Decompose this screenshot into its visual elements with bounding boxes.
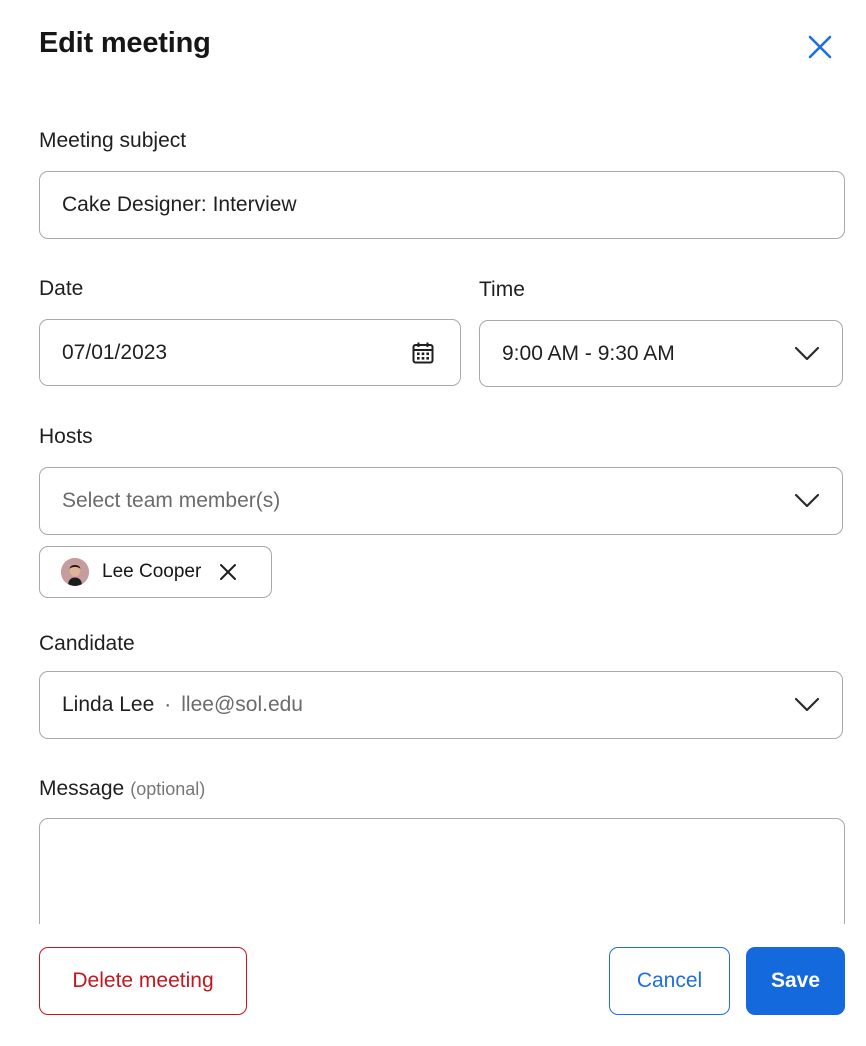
message-optional-hint: (optional) bbox=[130, 779, 206, 799]
message-label: Message (optional) bbox=[39, 777, 205, 801]
subject-value: Cake Designer: Interview bbox=[62, 193, 297, 216]
candidate-label: Candidate bbox=[39, 632, 135, 655]
delete-meeting-button[interactable]: Delete meeting bbox=[39, 947, 247, 1015]
time-select[interactable]: 9:00 AM - 9:30 AM bbox=[479, 320, 843, 387]
date-input[interactable]: 07/01/2023 bbox=[39, 319, 461, 386]
remove-host-button[interactable] bbox=[217, 561, 239, 583]
candidate-email: llee@sol.edu bbox=[181, 693, 303, 716]
calendar-icon[interactable] bbox=[411, 341, 435, 365]
chevron-down-icon bbox=[794, 697, 820, 712]
close-icon bbox=[808, 35, 832, 59]
close-button[interactable] bbox=[800, 27, 840, 67]
close-icon bbox=[220, 564, 237, 580]
hosts-placeholder: Select team member(s) bbox=[62, 489, 281, 512]
avatar bbox=[61, 558, 89, 586]
message-label-text: Message bbox=[39, 777, 125, 800]
chevron-down-icon bbox=[794, 493, 820, 508]
host-chip-name: Lee Cooper bbox=[102, 561, 202, 582]
candidate-select[interactable]: Linda Lee · llee@sol.edu bbox=[39, 671, 843, 739]
time-label: Time bbox=[479, 278, 525, 301]
dialog-title: Edit meeting bbox=[39, 27, 211, 59]
hosts-select[interactable]: Select team member(s) bbox=[39, 467, 843, 535]
host-chip: Lee Cooper bbox=[39, 546, 272, 598]
candidate-name: Linda Lee bbox=[62, 693, 155, 716]
hosts-label: Hosts bbox=[39, 425, 93, 448]
date-label: Date bbox=[39, 277, 84, 300]
candidate-separator: · bbox=[164, 693, 172, 716]
cancel-button[interactable]: Cancel bbox=[609, 947, 730, 1015]
subject-input[interactable]: Cake Designer: Interview bbox=[39, 171, 845, 239]
chevron-down-icon bbox=[794, 346, 820, 360]
save-button[interactable]: Save bbox=[746, 947, 845, 1015]
time-value: 9:00 AM - 9:30 AM bbox=[502, 341, 675, 365]
subject-label: Meeting subject bbox=[39, 129, 187, 152]
date-value: 07/01/2023 bbox=[62, 340, 168, 364]
